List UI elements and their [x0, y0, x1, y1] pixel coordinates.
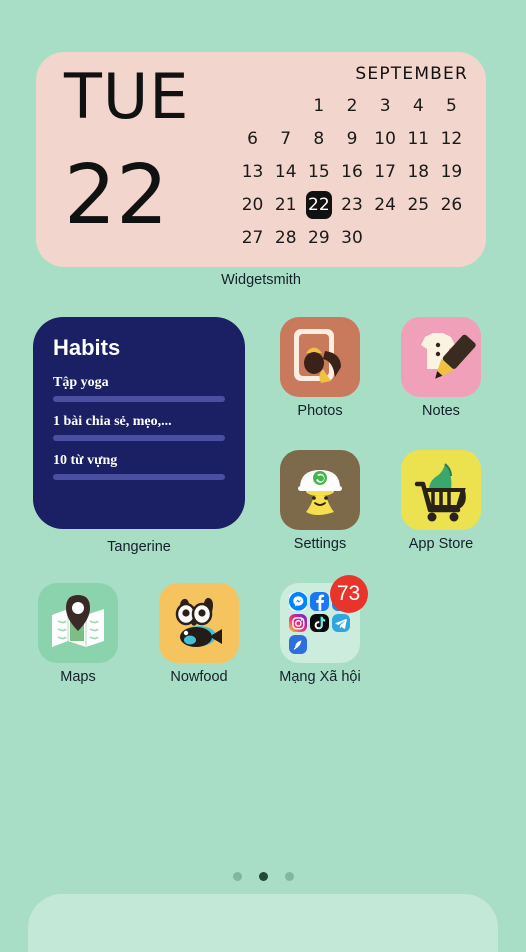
- habit-name: Tập yoga: [53, 375, 109, 390]
- habit-row[interactable]: 10 từ vựng: [53, 453, 225, 480]
- habit-row[interactable]: Tập yoga: [53, 375, 225, 402]
- calendar-cell-16: 16: [341, 162, 363, 182]
- app-settings[interactable]: Settings: [272, 450, 367, 553]
- folder-social[interactable]: 73 Zalo Mạng Xã hội: [272, 575, 368, 686]
- habit-name: 1 bài chia sẻ, mẹo,...: [53, 414, 172, 429]
- calendar-cell-26: 26: [440, 195, 463, 215]
- shopping-cart-leaf-icon: [414, 463, 466, 522]
- page-dot-3[interactable]: [284, 872, 294, 881]
- app-maps[interactable]: Maps: [30, 583, 125, 686]
- calendar-cell-9: 9: [346, 129, 358, 149]
- calendar-cell-7: 7: [280, 129, 292, 149]
- tangerine-widget-label: Tangerine: [107, 539, 171, 555]
- calendar-cell-6: 6: [247, 129, 258, 149]
- page-dot-1[interactable]: [232, 872, 242, 881]
- habit-name: 10 từ vựng: [53, 453, 118, 468]
- calendar-cell-15: 15: [308, 162, 330, 182]
- hardhat-smiley-icon: [297, 470, 342, 515]
- photos-app-icon[interactable]: [279, 317, 360, 397]
- habit-row[interactable]: 1 bài chia sẻ, mẹo,...: [53, 414, 225, 441]
- calendar-cell-1: 1: [313, 96, 325, 116]
- calendar-cell-21: 21: [274, 195, 297, 215]
- calendar-day-of-week: TUE: [64, 60, 190, 133]
- app-label-photos: Photos: [297, 403, 343, 419]
- calendar-cell-11: 11: [407, 129, 430, 149]
- folder-mini-slot-empty: [310, 635, 329, 654]
- habits-list: Tập yoga 1 bài chia sẻ, mẹo,... 10 từ vựng: [53, 375, 225, 480]
- folder-mini-icon-tiktok[interactable]: [310, 613, 329, 633]
- app-photos[interactable]: Photos: [272, 317, 367, 420]
- calendar-day-number: 22: [64, 148, 169, 244]
- app-label-appstore: App Store: [408, 536, 474, 552]
- map-pin-icon: [51, 595, 104, 647]
- calendar-cell-23: 23: [341, 195, 363, 215]
- calendar-day-grid: 1 2 3 4 5 6 7 8 9 10 11 12 13 14 15 16 17 18 19 20 21 22 23 24 2…: [236, 92, 468, 252]
- dock: [28, 894, 498, 952]
- calendar-cell-14: 14: [274, 162, 297, 182]
- settings-app-icon[interactable]: [279, 450, 360, 530]
- calendar-cell-2: 2: [346, 96, 358, 116]
- calendar-cell-5: 5: [445, 96, 457, 116]
- calendar-cell-17: 17: [374, 162, 396, 182]
- calendar-cell-8: 8: [313, 129, 325, 149]
- calendar-cell-24: 24: [374, 195, 396, 215]
- calendar-cell-22: 22: [305, 191, 332, 219]
- folder-mini-icon-telegram[interactable]: [331, 613, 351, 633]
- folder-mini-icon-blue-app[interactable]: [288, 635, 308, 654]
- calendar-cell-4: 4: [412, 96, 424, 116]
- calendar-cell-25: 25: [407, 195, 430, 215]
- folder-mini-icon-messenger[interactable]: [288, 592, 308, 611]
- calendar-cell-20: 20: [241, 195, 264, 215]
- calendar-cell-30: 30: [341, 228, 363, 248]
- page-indicator-dots[interactable]: [0, 872, 526, 881]
- folder-mini-icon-instagram[interactable]: [288, 613, 308, 633]
- nowfood-app-icon[interactable]: [158, 583, 239, 663]
- habit-progress-bar: [53, 474, 225, 480]
- calendar-cell-18: 18: [407, 162, 430, 182]
- app-label-maps: Maps: [60, 669, 96, 685]
- calendar-cell-28: 28: [274, 228, 297, 248]
- calendar-cell-10: 10: [374, 129, 396, 149]
- calendar-cell-29: 29: [308, 228, 330, 248]
- calendar-widget-left: TUE 22: [36, 52, 236, 267]
- widgetsmith-widget-label: Widgetsmith: [221, 272, 301, 288]
- shirt-pencil-icon: [420, 333, 476, 379]
- app-label-nowfood: Nowfood: [170, 669, 228, 685]
- calendar-cell-27: 27: [241, 228, 264, 248]
- app-label-notes: Notes: [422, 403, 460, 419]
- folder-mini-icon-facebook[interactable]: [310, 592, 329, 611]
- calendar-cell-13: 13: [241, 162, 264, 182]
- habits-title: Habits: [53, 335, 121, 360]
- app-label-settings: Settings: [293, 536, 347, 552]
- acorn-photo-icon: [293, 329, 341, 383]
- app-notes[interactable]: Notes: [393, 317, 488, 420]
- calendar-widget[interactable]: TUE 22 SEPTEMBER 1 2 3 4 5 6 7 8 9 10 11 12 13 14 15 16…: [36, 52, 486, 267]
- folder-mini-slot-empty: [332, 635, 351, 654]
- app-nowfood[interactable]: Nowfood: [151, 583, 246, 686]
- app-appstore[interactable]: App Store: [393, 450, 488, 553]
- calendar-cell-3: 3: [379, 96, 391, 116]
- folder-icon-holder: 73 Zalo: [279, 575, 368, 663]
- calendar-month-label: SEPTEMBER: [355, 64, 468, 84]
- habit-progress-bar: [53, 396, 225, 402]
- folder-badge: 73: [329, 575, 368, 613]
- maps-app-icon[interactable]: [37, 583, 118, 663]
- habit-progress-bar: [53, 435, 225, 441]
- calendar-cell-12: 12: [440, 129, 463, 149]
- habits-widget[interactable]: Habits Tập yoga 1 bài chia sẻ, mẹo,... 10 …: [33, 317, 245, 529]
- calendar-cell-19: 19: [440, 162, 463, 182]
- notes-app-icon[interactable]: [400, 317, 481, 397]
- page-dot-2[interactable]: [258, 872, 268, 881]
- app-label-social-folder: Mạng Xã hội: [279, 669, 361, 685]
- appstore-app-icon[interactable]: [400, 450, 481, 530]
- cat-fish-icon: [175, 597, 222, 647]
- calendar-widget-right: SEPTEMBER 1 2 3 4 5 6 7 8 9 10 11 12 13 14 15 16 17 18 19 2…: [236, 52, 486, 267]
